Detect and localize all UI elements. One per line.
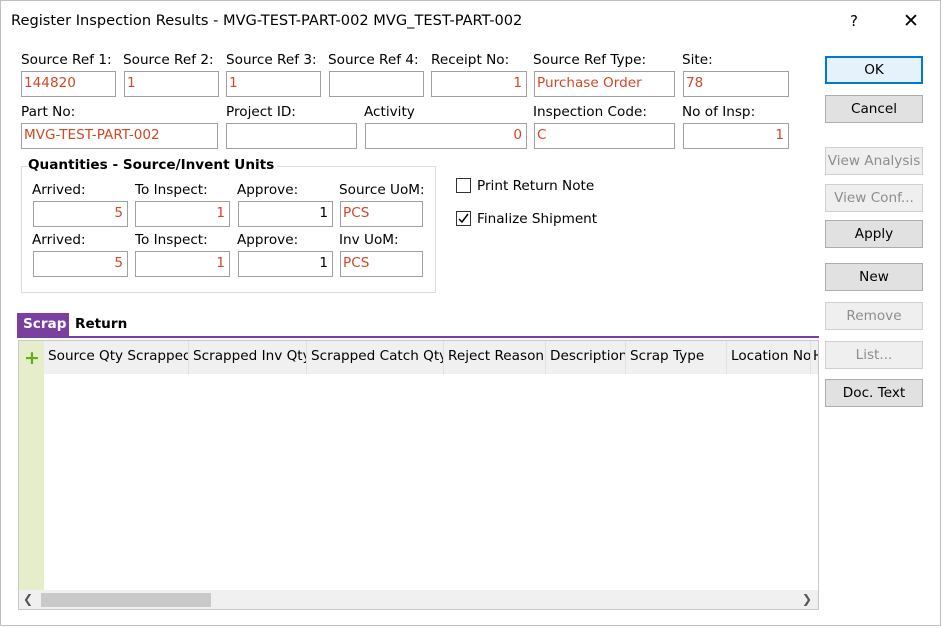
grid-header: Source Qty Scrapped Scrapped Inv Qty Scr… [19, 341, 818, 374]
inv-uom-field[interactable]: PCS [340, 251, 423, 277]
receipt-no-label: Receipt No: [431, 52, 510, 68]
inspection-code-label: Inspection Code: [533, 104, 647, 120]
help-icon[interactable]: ? [841, 9, 867, 33]
to-inspect-inv-field[interactable]: 1 [135, 251, 230, 277]
view-analysis-button[interactable]: View Analysis [825, 147, 923, 175]
to-inspect-source-field[interactable]: 1 [135, 201, 230, 227]
column-location-no[interactable]: Location No [727, 341, 811, 374]
arrived-inv-label: Arrived: [32, 232, 86, 248]
title-bar: Register Inspection Results - MVG-TEST-P… [1, 1, 940, 41]
row-selector-column: + [19, 341, 44, 591]
ok-button[interactable]: OK [825, 56, 923, 84]
source-uom-field[interactable]: PCS [340, 201, 423, 227]
source-ref3-label: Source Ref 3: [226, 52, 317, 68]
approve-inv-label: Approve: [237, 232, 299, 248]
activity-label: Activity [364, 104, 415, 120]
approve-inv-field[interactable]: 1 [238, 251, 333, 277]
source-ref-type-label: Source Ref Type: [533, 52, 647, 68]
tab-underline [17, 336, 819, 338]
column-scrapped-inv-qty[interactable]: Scrapped Inv Qty [189, 341, 307, 374]
add-row-icon[interactable]: + [24, 349, 40, 368]
new-button[interactable]: New [825, 263, 923, 291]
checkmark-icon [458, 213, 469, 224]
list-button[interactable]: List... [825, 341, 923, 369]
view-conf-button[interactable]: View Conf... [825, 184, 923, 212]
site-field[interactable]: 78 [683, 71, 789, 97]
cancel-button[interactable]: Cancel [825, 95, 923, 123]
tab-scrap[interactable]: Scrap [17, 313, 69, 337]
source-uom-label: Source UoM: [339, 182, 425, 198]
column-h[interactable]: H [811, 341, 818, 374]
approve-label: Approve: [237, 182, 299, 198]
window-title: Register Inspection Results - MVG-TEST-P… [11, 12, 523, 29]
finalize-shipment-label: Finalize Shipment [477, 211, 598, 227]
part-no-label: Part No: [21, 104, 76, 120]
arrived-label: Arrived: [32, 182, 86, 198]
source-ref4-field[interactable] [329, 71, 424, 97]
source-ref-type-field[interactable]: Purchase Order [534, 71, 675, 97]
horizontal-scrollbar[interactable]: ❮ ❯ [19, 590, 818, 609]
column-scrap-type[interactable]: Scrap Type [626, 341, 727, 374]
source-ref3-field[interactable]: 1 [226, 71, 321, 97]
to-inspect-inv-label: To Inspect: [135, 232, 208, 248]
quantities-group-title: Quantities - Source/Invent Units [28, 157, 278, 173]
scrap-grid[interactable]: Source Qty Scrapped Scrapped Inv Qty Scr… [18, 340, 819, 610]
arrived-inv-field[interactable]: 5 [33, 251, 128, 277]
activity-field[interactable]: 0 [365, 123, 527, 149]
no-of-insp-label: No of Insp: [682, 104, 756, 120]
column-description[interactable]: Description [546, 341, 626, 374]
scroll-left-icon[interactable]: ❮ [23, 590, 33, 609]
column-source-qty-scrapped[interactable]: Source Qty Scrapped [44, 341, 189, 374]
arrived-source-field[interactable]: 5 [33, 201, 128, 227]
source-ref1-field[interactable]: 144820 [21, 71, 116, 97]
remove-button[interactable]: Remove [825, 302, 923, 330]
scroll-right-icon[interactable]: ❯ [802, 590, 812, 609]
source-ref4-label: Source Ref 4: [328, 52, 419, 68]
column-scrapped-catch-qty[interactable]: Scrapped Catch Qty [307, 341, 444, 374]
close-icon[interactable]: ✕ [896, 9, 926, 33]
apply-button[interactable]: Apply [825, 220, 923, 248]
print-return-note-label: Print Return Note [477, 178, 595, 194]
project-id-label: Project ID: [226, 104, 296, 120]
doc-text-button[interactable]: Doc. Text [825, 379, 923, 407]
tab-return[interactable]: Return [69, 313, 143, 337]
approve-source-field[interactable]: 1 [238, 201, 333, 227]
finalize-shipment-checkbox[interactable] [456, 211, 471, 226]
part-no-field[interactable]: MVG-TEST-PART-002 [21, 123, 218, 149]
column-reject-reason[interactable]: Reject Reason [444, 341, 546, 374]
project-id-field[interactable] [226, 123, 357, 149]
source-ref1-label: Source Ref 1: [21, 52, 112, 68]
print-return-note-checkbox[interactable] [456, 178, 471, 193]
source-ref2-label: Source Ref 2: [123, 52, 214, 68]
inv-uom-label: Inv UoM: [339, 232, 399, 248]
site-label: Site: [682, 52, 713, 68]
scrollbar-thumb[interactable] [41, 593, 211, 607]
source-ref2-field[interactable]: 1 [124, 71, 219, 97]
no-of-insp-field[interactable]: 1 [683, 123, 789, 149]
inspection-code-field[interactable]: C [534, 123, 675, 149]
register-inspection-dialog: Register Inspection Results - MVG-TEST-P… [0, 0, 941, 626]
receipt-no-field[interactable]: 1 [431, 71, 527, 97]
to-inspect-label: To Inspect: [135, 182, 208, 198]
